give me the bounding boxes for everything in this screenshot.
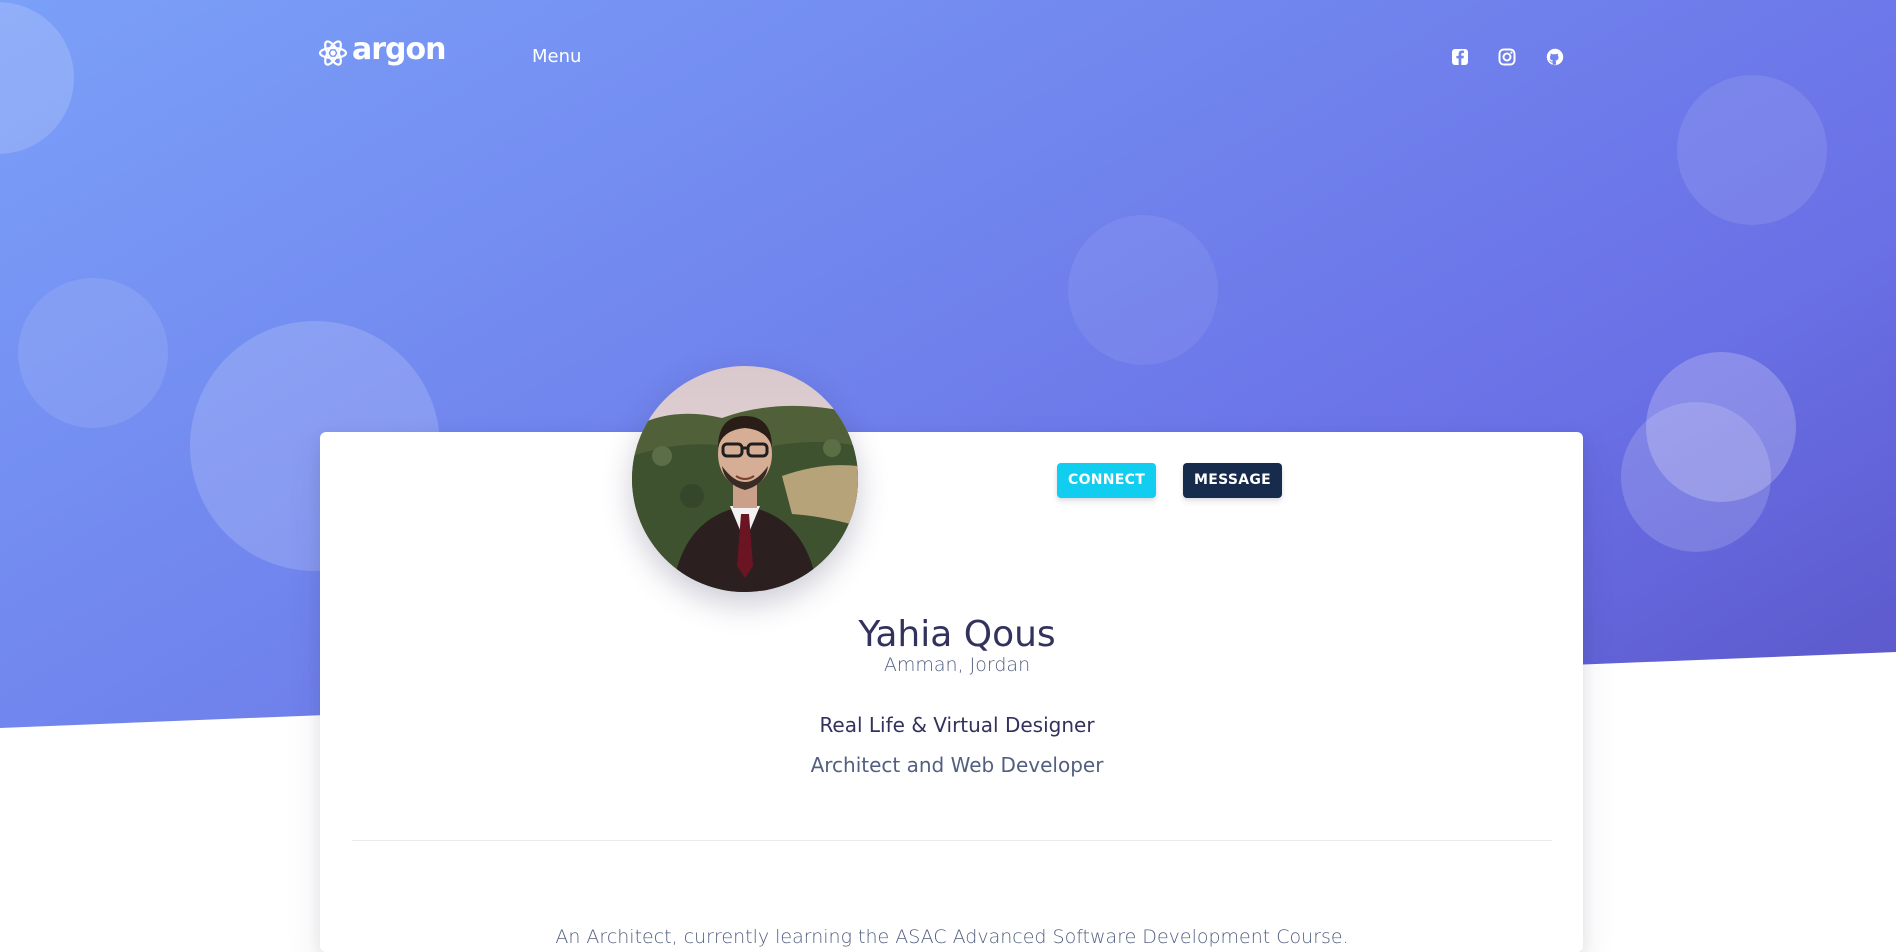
profile-photo	[632, 366, 858, 592]
facebook-square-icon	[1452, 49, 1468, 65]
brand-logo[interactable]: argon	[318, 32, 446, 68]
profile-card	[320, 432, 1583, 952]
profile-bio: An Architect, currently learning the ASA…	[555, 926, 1349, 948]
message-button[interactable]: Message	[1183, 463, 1283, 498]
section-divider	[352, 840, 1552, 841]
decorative-circle	[1068, 215, 1218, 365]
atom-icon	[318, 40, 348, 66]
decorative-circle	[1621, 402, 1771, 552]
profile-title-primary: Real Life & Virtual Designer	[819, 713, 1095, 737]
connect-button[interactable]: Connect	[1057, 463, 1157, 498]
decorative-circle	[18, 278, 168, 428]
profile-title-secondary: Architect and Web Developer	[810, 753, 1104, 777]
navbar: argon Menu	[0, 0, 1896, 115]
instagram-icon	[1498, 48, 1516, 66]
profile-location: Amman, Jordan	[883, 654, 1031, 676]
facebook-link[interactable]	[1450, 47, 1470, 67]
profile-name: Yahia Qous	[858, 614, 1056, 656]
profile-avatar[interactable]	[632, 366, 858, 592]
brand-name: argon	[352, 32, 446, 67]
github-link[interactable]	[1545, 47, 1565, 67]
instagram-link[interactable]	[1497, 47, 1517, 67]
github-icon	[1546, 48, 1564, 66]
menu-link[interactable]: Menu	[532, 46, 581, 67]
